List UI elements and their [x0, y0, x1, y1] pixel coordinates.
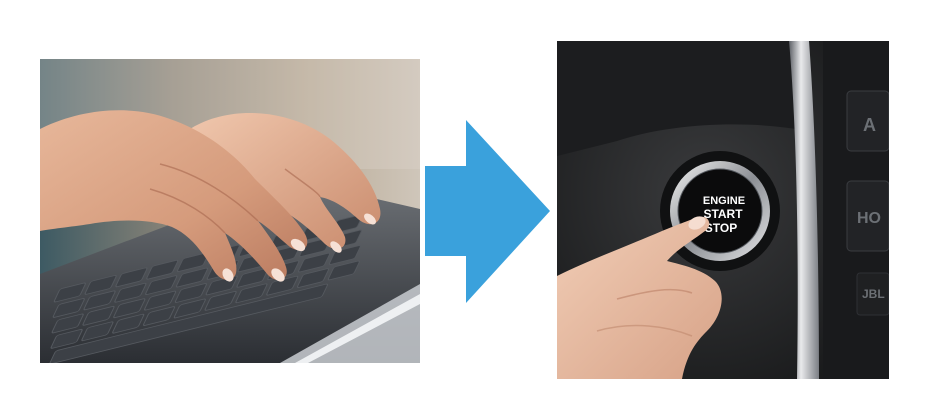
button-label-engine: ENGINE [703, 195, 745, 207]
right-arrow-icon [425, 120, 550, 303]
keyboard-typing-photo [40, 59, 420, 363]
engine-start-illustration: A HO JBL ENGINE START STOP [557, 41, 889, 379]
jbl-badge: JBL [862, 287, 885, 301]
keyboard-typing-illustration [40, 59, 420, 363]
button-label-start: START [703, 207, 743, 221]
side-button-ho-label: HO [857, 210, 881, 227]
side-button-a-label: A [863, 115, 876, 135]
engine-start-photo: A HO JBL ENGINE START STOP [557, 41, 889, 379]
button-label-stop: STOP [705, 221, 737, 235]
